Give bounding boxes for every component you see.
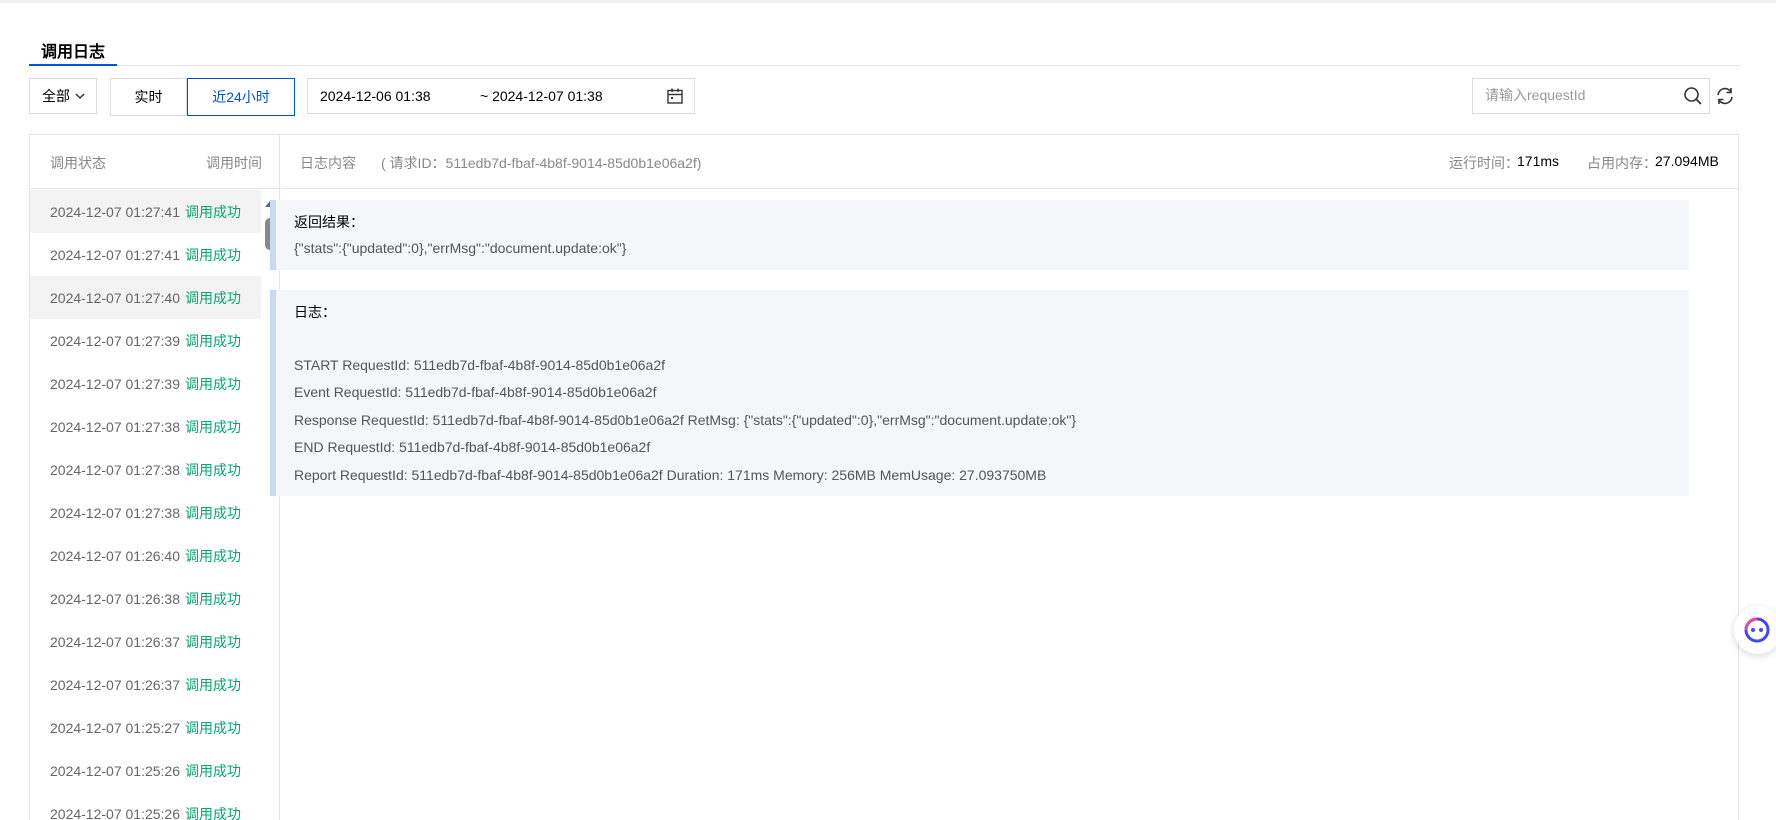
- invocation-status: 调用成功: [185, 590, 241, 607]
- invocation-status: 调用成功: [185, 332, 241, 349]
- invocation-time: 2024-12-07 01:26:38: [50, 590, 180, 607]
- log-line: END RequestId: 511edb7d-fbaf-4b8f-9014-8…: [294, 439, 651, 455]
- result-label: 返回结果：: [294, 214, 364, 230]
- runtime-value: 171ms: [1517, 153, 1560, 169]
- list-item[interactable]: 2024-12-07 01:27:38 调用成功: [30, 448, 261, 491]
- list-item[interactable]: 2024-12-07 01:27:38 调用成功: [30, 405, 261, 448]
- invocation-status: 调用成功: [185, 375, 241, 392]
- realtime-button[interactable]: 实时: [110, 78, 187, 116]
- invocation-status: 调用成功: [185, 633, 241, 650]
- list-item[interactable]: 2024-12-07 01:27:41 调用成功: [30, 190, 261, 233]
- range-end: ~ 2024-12-07 01:38: [480, 88, 603, 104]
- list-item[interactable]: 2024-12-07 01:26:38 调用成功: [30, 577, 261, 620]
- invocation-time: 2024-12-07 01:27:38: [50, 418, 180, 435]
- list-item[interactable]: 2024-12-07 01:27:40 调用成功: [30, 276, 261, 319]
- log-line: START RequestId: 511edb7d-fbaf-4b8f-9014…: [294, 357, 666, 373]
- list-item[interactable]: 2024-12-07 01:27:38 调用成功: [30, 491, 261, 534]
- detail-title: 日志内容: [300, 155, 356, 171]
- result-block: 返回结果： {"stats":{"updated":0},"errMsg":"d…: [270, 200, 1689, 270]
- invocation-status: 调用成功: [185, 547, 241, 564]
- invocation-time: 2024-12-07 01:26:37: [50, 676, 180, 693]
- invocation-time: 2024-12-07 01:26:40: [50, 547, 180, 564]
- assistant-button[interactable]: [1734, 606, 1776, 654]
- chevron-down-icon: [75, 93, 85, 100]
- list-item[interactable]: 2024-12-07 01:26:37 调用成功: [30, 620, 261, 663]
- top-divider: [0, 0, 1776, 3]
- invocation-status: 调用成功: [185, 762, 241, 779]
- invocation-time: 2024-12-07 01:27:38: [50, 461, 180, 478]
- invocation-time: 2024-12-07 01:25:27: [50, 719, 180, 736]
- invocation-time: 2024-12-07 01:27:39: [50, 375, 180, 392]
- invocation-status: 调用成功: [185, 289, 241, 306]
- search-input[interactable]: [1485, 87, 1665, 103]
- invocation-status: 调用成功: [185, 418, 241, 435]
- calendar-icon[interactable]: [666, 87, 684, 105]
- refresh-icon[interactable]: [1714, 85, 1736, 107]
- assistant-bot-icon: [1744, 617, 1770, 643]
- header-status: 调用状态: [50, 155, 106, 171]
- list-item[interactable]: 2024-12-07 01:25:26 调用成功: [30, 792, 261, 820]
- header-time: 调用时间: [206, 155, 262, 171]
- invocation-time: 2024-12-07 01:25:26: [50, 805, 180, 820]
- invocation-time: 2024-12-07 01:27:41: [50, 246, 180, 263]
- memory-label: 占用内存：: [1587, 155, 1657, 171]
- detail-request-id: ( 请求ID：511edb7d-fbaf-4b8f-9014-85d0b1e06…: [381, 155, 702, 171]
- status-select[interactable]: 全部: [29, 78, 97, 114]
- invocation-status: 调用成功: [185, 676, 241, 693]
- list-item[interactable]: 2024-12-07 01:25:27 调用成功: [30, 706, 261, 749]
- invocation-time: 2024-12-07 01:25:26: [50, 762, 180, 779]
- list-item[interactable]: 2024-12-07 01:26:37 调用成功: [30, 663, 261, 706]
- invocation-time: 2024-12-07 01:27:39: [50, 332, 180, 349]
- runtime-label: 运行时间：: [1449, 155, 1519, 171]
- filter-toolbar: 全部 实时 近24小时 2024-12-06 01:38 ~ 2024-12-0…: [0, 78, 1776, 116]
- invocation-status: 调用成功: [185, 805, 241, 820]
- invocation-time: 2024-12-07 01:27:40: [50, 289, 180, 306]
- log-block: 日志： START RequestId: 511edb7d-fbaf-4b8f-…: [270, 290, 1689, 496]
- search-icon[interactable]: [1683, 86, 1703, 106]
- request-id-search: [1472, 78, 1710, 114]
- log-label: 日志：: [294, 304, 336, 320]
- invocation-status: 调用成功: [185, 461, 241, 478]
- tab-invocation-log[interactable]: 调用日志: [29, 30, 118, 66]
- list-item[interactable]: 2024-12-07 01:27:39 调用成功: [30, 362, 261, 405]
- memory-value: 27.094MB: [1655, 153, 1719, 169]
- invocation-list-column: 调用状态 调用时间 2024-12-07 01:27:41 调用成功 2024-12…: [30, 135, 280, 820]
- log-line: Event RequestId: 511edb7d-fbaf-4b8f-9014…: [294, 384, 657, 400]
- list-item[interactable]: 2024-12-07 01:25:26 调用成功: [30, 749, 261, 792]
- list-item[interactable]: 2024-12-07 01:27:41 调用成功: [30, 233, 261, 276]
- invocation-status: 调用成功: [185, 504, 241, 521]
- list-item[interactable]: 2024-12-07 01:26:40 调用成功: [30, 534, 261, 577]
- list-item[interactable]: 2024-12-07 01:27:39 调用成功: [30, 319, 261, 362]
- invocation-status: 调用成功: [185, 719, 241, 736]
- result-value: {"stats":{"updated":0},"errMsg":"documen…: [294, 240, 627, 256]
- invocation-time: 2024-12-07 01:26:37: [50, 633, 180, 650]
- log-line: Response RequestId: 511edb7d-fbaf-4b8f-9…: [294, 412, 1077, 428]
- invocation-status: 调用成功: [185, 246, 241, 263]
- last-24h-button[interactable]: 近24小时: [187, 78, 295, 116]
- list-header: 调用状态 调用时间: [30, 135, 280, 189]
- invocation-time: 2024-12-07 01:27:38: [50, 504, 180, 521]
- log-line: Report RequestId: 511edb7d-fbaf-4b8f-901…: [294, 467, 1047, 483]
- detail-header: 日志内容 ( 请求ID：511edb7d-fbaf-4b8f-9014-85d0…: [281, 135, 1739, 189]
- status-select-value: 全部: [42, 88, 70, 104]
- range-start: 2024-12-06 01:38: [320, 88, 431, 104]
- invocation-time: 2024-12-07 01:27:41: [50, 203, 180, 220]
- invocation-list: 2024-12-07 01:27:41 调用成功 2024-12-07 01:27:…: [30, 190, 261, 820]
- tab-bar: 调用日志: [29, 30, 1740, 66]
- invocation-status: 调用成功: [185, 203, 241, 220]
- date-range-picker[interactable]: 2024-12-06 01:38 ~ 2024-12-07 01:38: [307, 78, 695, 114]
